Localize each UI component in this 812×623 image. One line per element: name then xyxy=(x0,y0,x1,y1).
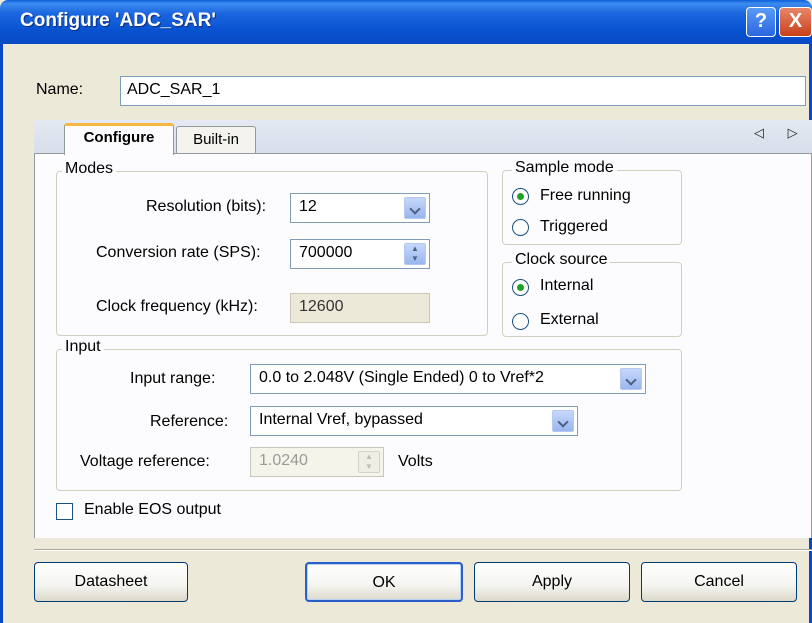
enable-eos-checkbox[interactable] xyxy=(56,503,73,520)
external-clock-label[interactable]: External xyxy=(540,311,599,329)
resolution-label: Resolution (bits): xyxy=(146,198,267,215)
voltage-reference-label: Voltage reference: xyxy=(80,453,210,470)
free-running-label[interactable]: Free running xyxy=(540,187,631,205)
datasheet-button[interactable]: Datasheet xyxy=(34,562,188,602)
conversion-rate-value: 700000 xyxy=(299,244,353,261)
voltage-reference-value: 1.0240 xyxy=(259,452,308,469)
apply-button[interactable]: Apply xyxy=(474,562,630,602)
sample-mode-title: Sample mode xyxy=(512,159,617,177)
conversion-rate-label: Conversion rate (SPS): xyxy=(96,244,261,261)
help-icon: ? xyxy=(754,10,768,32)
internal-clock-label[interactable]: Internal xyxy=(540,277,593,295)
tab-configure[interactable]: Configure xyxy=(64,123,174,155)
window-title: Configure 'ADC_SAR' xyxy=(20,10,216,31)
title-bar[interactable]: Configure 'ADC_SAR' ? X xyxy=(0,0,812,44)
triggered-label[interactable]: Triggered xyxy=(540,218,608,236)
footer-separator xyxy=(34,549,812,551)
clock-frequency-field: 12600 xyxy=(290,293,430,323)
triggered-radio[interactable] xyxy=(512,219,529,236)
reference-value: Internal Vref, bypassed xyxy=(259,411,423,428)
name-input[interactable]: ADC_SAR_1 xyxy=(120,76,806,106)
clock-frequency-label: Clock frequency (kHz): xyxy=(96,298,258,315)
close-icon: X xyxy=(788,10,803,32)
chevron-down-icon[interactable] xyxy=(620,368,642,390)
clock-source-title: Clock source xyxy=(512,251,611,269)
free-running-radio[interactable] xyxy=(512,188,529,205)
conversion-rate-stepper[interactable]: 700000 ▲ ▼ xyxy=(290,239,430,269)
ok-button[interactable]: OK xyxy=(305,562,463,602)
reference-label: Reference: xyxy=(150,413,229,430)
input-range-value: 0.0 to 2.048V (Single Ended) 0 to Vref*2 xyxy=(259,369,544,386)
modes-group-title: Modes xyxy=(62,160,117,178)
external-clock-radio[interactable] xyxy=(512,313,529,330)
chevron-down-icon[interactable] xyxy=(404,197,426,219)
input-range-label: Input range: xyxy=(130,370,216,387)
voltage-reference-stepper: 1.0240 ▲ ▼ xyxy=(250,447,384,477)
chevron-down-icon[interactable] xyxy=(552,410,574,432)
resolution-value: 12 xyxy=(299,198,317,215)
reference-select[interactable]: Internal Vref, bypassed xyxy=(250,406,578,436)
spinner-arrows-icon[interactable]: ▲ ▼ xyxy=(404,243,426,265)
close-button[interactable]: X xyxy=(779,7,812,37)
internal-clock-radio[interactable] xyxy=(512,279,529,296)
name-label: Name: xyxy=(36,81,84,98)
input-group-title: Input xyxy=(62,338,104,356)
tab-built-in[interactable]: Built-in xyxy=(176,126,256,154)
cancel-button[interactable]: Cancel xyxy=(641,562,797,602)
tab-scroll-arrows-icon[interactable]: ◁ ▷ xyxy=(754,125,808,141)
resolution-select[interactable]: 12 xyxy=(290,193,430,223)
help-button[interactable]: ? xyxy=(746,7,776,37)
clock-frequency-value: 12600 xyxy=(299,298,344,315)
input-range-select[interactable]: 0.0 to 2.048V (Single Ended) 0 to Vref*2 xyxy=(250,364,646,394)
spinner-arrows-icon: ▲ ▼ xyxy=(358,451,380,473)
voltage-unit-label: Volts xyxy=(398,453,433,470)
enable-eos-label[interactable]: Enable EOS output xyxy=(84,501,221,519)
